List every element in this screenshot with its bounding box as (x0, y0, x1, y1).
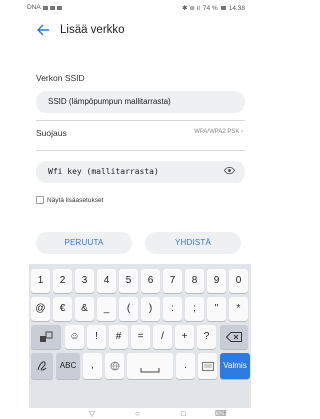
notification-icon (56, 5, 62, 10)
advanced-options-checkbox[interactable] (36, 196, 44, 204)
space-key[interactable] (127, 353, 173, 379)
key[interactable]: " (207, 297, 226, 321)
key[interactable]: + (175, 325, 194, 349)
notification-icon (42, 5, 48, 10)
password-value: Wfi key (mallitarrasta) (48, 167, 159, 176)
signal-icon: ✱ ⊛ ıl (182, 5, 200, 12)
key[interactable]: € (53, 297, 72, 321)
notification-icon (49, 5, 55, 10)
security-value: WPA/WPA2 PSK › (194, 129, 243, 135)
key[interactable]: 3 (75, 269, 94, 293)
app-header: Lisää verkko (0, 16, 251, 46)
keyboard-hide-key[interactable] (198, 353, 217, 379)
key[interactable]: 6 (141, 269, 160, 293)
cancel-button[interactable]: PERUUTA (36, 232, 132, 254)
key[interactable]: ? (197, 325, 216, 349)
back-triangle-icon[interactable]: ▽ (89, 409, 95, 418)
key[interactable]: 9 (207, 269, 226, 293)
key[interactable]: 0 (229, 269, 248, 293)
comma-key[interactable]: , (83, 353, 102, 379)
key[interactable]: & (75, 297, 94, 321)
key[interactable]: 2 (53, 269, 72, 293)
key[interactable]: 8 (185, 269, 204, 293)
divider (36, 150, 245, 151)
key[interactable]: # (109, 325, 128, 349)
key[interactable]: / (153, 325, 172, 349)
key[interactable]: 7 (163, 269, 182, 293)
key[interactable]: 4 (97, 269, 116, 293)
keyboard-toggle-icon[interactable]: ⌨ (215, 409, 227, 418)
carrier-label: DNA (27, 4, 41, 11)
password-input[interactable]: Wfi key (mallitarrasta) (36, 161, 245, 183)
ssid-value: SSID (lämpöpumpun mallitarrasta) (48, 97, 171, 106)
space-icon (140, 368, 160, 373)
divider (36, 120, 245, 121)
clock: 14.38 (228, 4, 245, 12)
handwriting-key[interactable] (31, 353, 53, 379)
key[interactable]: ! (87, 325, 106, 349)
ssid-label: Verkon SSID (36, 73, 85, 83)
page-title: Lisää verkko (60, 24, 125, 36)
period-key[interactable]: . (176, 353, 195, 379)
abc-key[interactable]: ABC (56, 353, 80, 379)
home-circle-icon[interactable]: ○ (135, 409, 140, 418)
globe-key[interactable] (105, 353, 124, 379)
done-key[interactable]: Valmis (220, 353, 250, 379)
battery-label: 74 % (202, 4, 218, 12)
symbols-page-icon (40, 331, 53, 342)
back-arrow-icon[interactable] (35, 23, 51, 39)
emoji-key[interactable]: ☺ (65, 325, 84, 349)
advanced-options-row[interactable]: Näytä lisäasetukset (36, 194, 103, 206)
globe-icon (110, 361, 119, 371)
connect-button[interactable]: YHDISTÄ (145, 232, 241, 254)
recents-square-icon[interactable]: □ (181, 409, 186, 418)
on-screen-keyboard: 1 2 3 4 5 6 7 8 9 0 @ € & _ ( ) : ; " * … (29, 264, 251, 408)
status-bar: DNA ✱ ⊛ ıl 74 % 14.38 (0, 0, 251, 16)
symbols-page-key[interactable] (31, 325, 61, 349)
key[interactable]: * (229, 297, 248, 321)
keyboard-icon (201, 362, 214, 371)
system-nav-bar: ▽ ○ □ ⌨ (29, 408, 251, 419)
key[interactable]: 1 (31, 269, 50, 293)
key[interactable]: ; (185, 297, 204, 321)
backspace-icon (225, 332, 242, 342)
key[interactable]: ( (119, 297, 138, 321)
backspace-key[interactable] (220, 325, 248, 349)
security-label: Suojaus (36, 128, 67, 138)
key[interactable]: _ (97, 297, 116, 321)
advanced-options-label: Näytä lisäasetukset (47, 196, 104, 204)
show-password-eye-icon[interactable] (224, 166, 235, 175)
key[interactable]: @ (31, 297, 50, 321)
key[interactable]: = (131, 325, 150, 349)
key[interactable]: 5 (119, 269, 138, 293)
security-row[interactable]: Suojaus WPA/WPA2 PSK › (36, 128, 245, 142)
ssid-input[interactable]: SSID (lämpöpumpun mallitarrasta) (36, 91, 245, 113)
key[interactable]: : (163, 297, 182, 321)
battery-icon (220, 6, 226, 10)
key[interactable]: ) (141, 297, 160, 321)
handwriting-icon (37, 361, 47, 371)
